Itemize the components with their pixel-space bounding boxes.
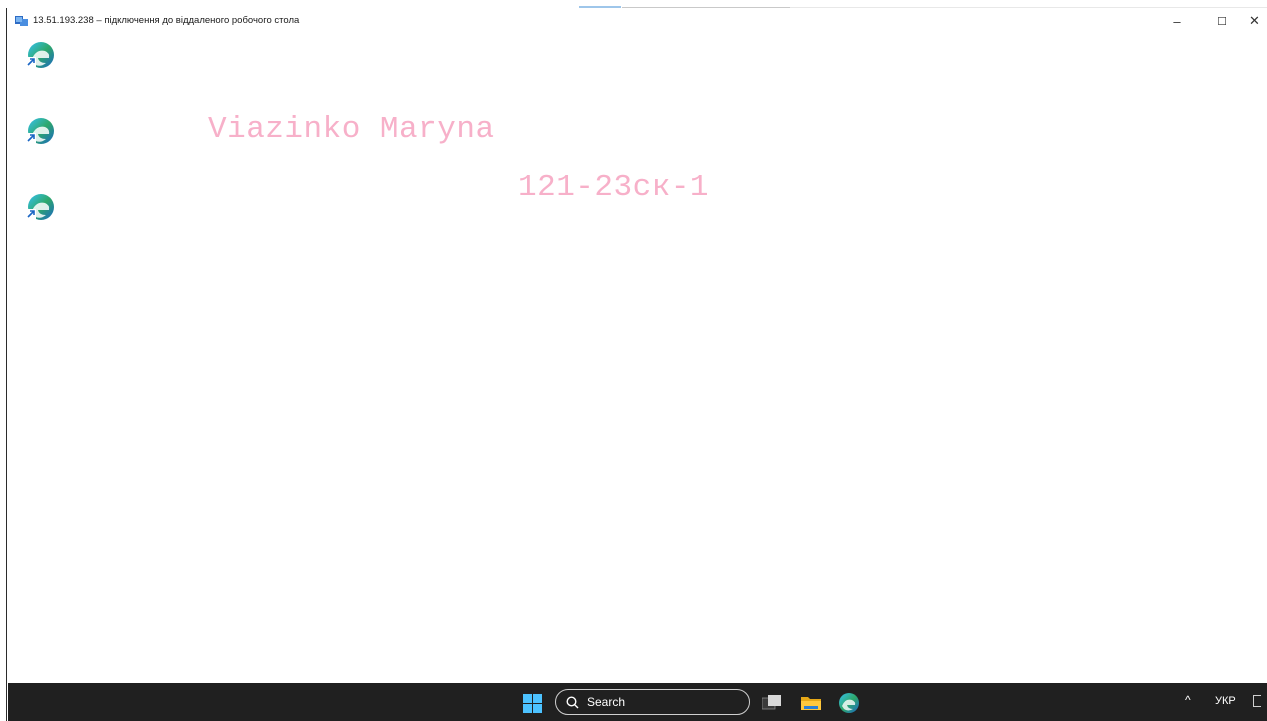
watermark-name: Viazinko Maryna [208, 112, 495, 147]
search-icon [566, 695, 579, 708]
start-button[interactable] [522, 693, 542, 713]
windows-start-icon [522, 693, 542, 713]
edge-icon [26, 42, 54, 68]
file-explorer-icon [801, 697, 821, 710]
edge-icon [26, 194, 54, 220]
remote-desktop[interactable]: Viazinko Maryna 121-23ск-1 [8, 34, 1267, 683]
edge-shortcut-2[interactable] [23, 114, 57, 148]
notification-icon[interactable] [1253, 695, 1261, 707]
maximize-button[interactable]: ☐ [1199, 8, 1245, 34]
tray-overflow-chevron[interactable]: ^ [1185, 693, 1191, 707]
edge-shortcut-1[interactable] [23, 38, 57, 72]
task-view-button[interactable] [762, 693, 782, 713]
watermark-group: 121-23ск-1 [518, 170, 710, 205]
minimize-button[interactable]: – [1154, 8, 1200, 34]
rdp-titlebar[interactable]: 13.51.193.238 – підключення до віддалено… [8, 8, 1267, 34]
file-explorer-button[interactable] [800, 693, 822, 713]
close-button[interactable]: ✕ [1244, 8, 1267, 34]
window-title: 13.51.193.238 – підключення до віддалено… [33, 15, 300, 26]
remote-desktop-icon [15, 16, 28, 26]
screen-edge [0, 0, 7, 721]
edge-icon [839, 693, 859, 713]
taskbar-search-box[interactable]: Search [555, 689, 750, 715]
search-label: Search [587, 695, 626, 709]
edge-icon [26, 118, 54, 144]
edge-taskbar-button[interactable] [838, 692, 860, 714]
top-border [0, 0, 1267, 8]
input-language-indicator[interactable]: УКР [1215, 695, 1236, 707]
edge-shortcut-3[interactable] [23, 190, 57, 224]
task-view-icon [762, 695, 781, 710]
taskbar: Search ^ УКР [8, 683, 1267, 721]
